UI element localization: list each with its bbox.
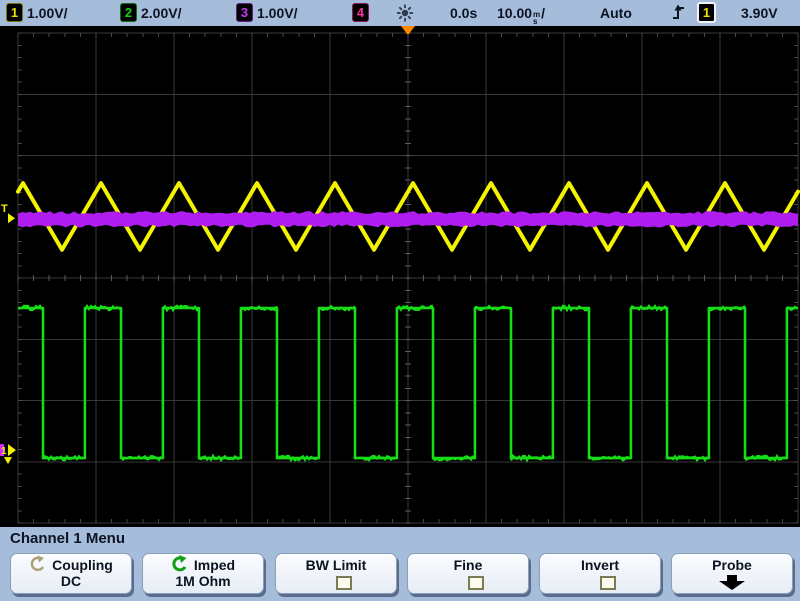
softkey-label: BW Limit [305,556,367,573]
softkey-invert[interactable]: Invert [539,553,661,594]
time-offset: 0.0s [450,5,478,21]
timebase: 10.00 m s / [497,5,546,26]
timebase-value: 10.00 [497,5,533,21]
softkey-value: DC [60,573,82,589]
menu-title: Channel 1 Menu [10,530,126,547]
markers: T1 [0,26,415,465]
softkey-label: Imped [193,556,236,573]
intensity-sun-icon [394,3,416,26]
channel-1-ground-marker-icon: 1 [1,446,7,457]
checkbox-unchecked-icon [336,576,352,590]
submenu-arrow-icon [672,574,792,594]
graticule [17,32,799,524]
softkey-bar: Coupling DC Imped 1M Ohm BW Limit Fine I… [0,550,800,601]
trigger-time-marker-icon [401,26,415,35]
trigger-level-marker-icon: T [1,203,8,215]
trigger-mode: Auto [600,5,632,21]
channel-1-badge: 1 [6,3,23,22]
softkey-coupling[interactable]: Coupling DC [10,553,132,594]
channel-2-badge: 2 [120,3,137,22]
softkey-probe[interactable]: Probe [671,553,793,594]
checkbox-unchecked-icon [468,576,484,590]
softkey-bw-limit[interactable]: BW Limit [275,553,397,594]
trigger-source-badge: 1 [697,2,716,23]
channel-3-waveform [18,211,798,228]
timebase-unit: ms [533,10,541,26]
status-bar: 1 1.00V/ 2 2.00V/ 3 1.00V/ 4 0.0s 10.00 m… [0,0,800,26]
waveform-canvas: T1 [0,26,800,524]
channel-3-badge: 3 [236,3,253,22]
menu-title-bar: Channel 1 Menu [0,527,800,550]
softkey-value: 1M Ohm [175,573,231,589]
channel-4-badge: 4 [352,3,369,22]
oscilloscope-display: T1 [0,26,800,527]
channel-3-scale: 1.00V/ [257,5,298,21]
checkbox-unchecked-icon [600,576,616,590]
softkey-imped[interactable]: Imped 1M Ohm [142,553,264,594]
knob-rotate-icon-active [171,554,189,575]
channel-1-scale: 1.00V/ [27,5,68,21]
trigger-level: 3.90V [741,5,778,21]
softkey-label: Invert [580,556,620,573]
softkey-label: Coupling [52,556,113,573]
knob-rotate-icon [29,555,47,575]
edge-trigger-icon [671,4,686,24]
channel-2-scale: 2.00V/ [141,5,182,21]
softkey-label: Probe [712,556,752,573]
softkey-label: Fine [453,556,483,573]
softkey-fine[interactable]: Fine [407,553,529,594]
